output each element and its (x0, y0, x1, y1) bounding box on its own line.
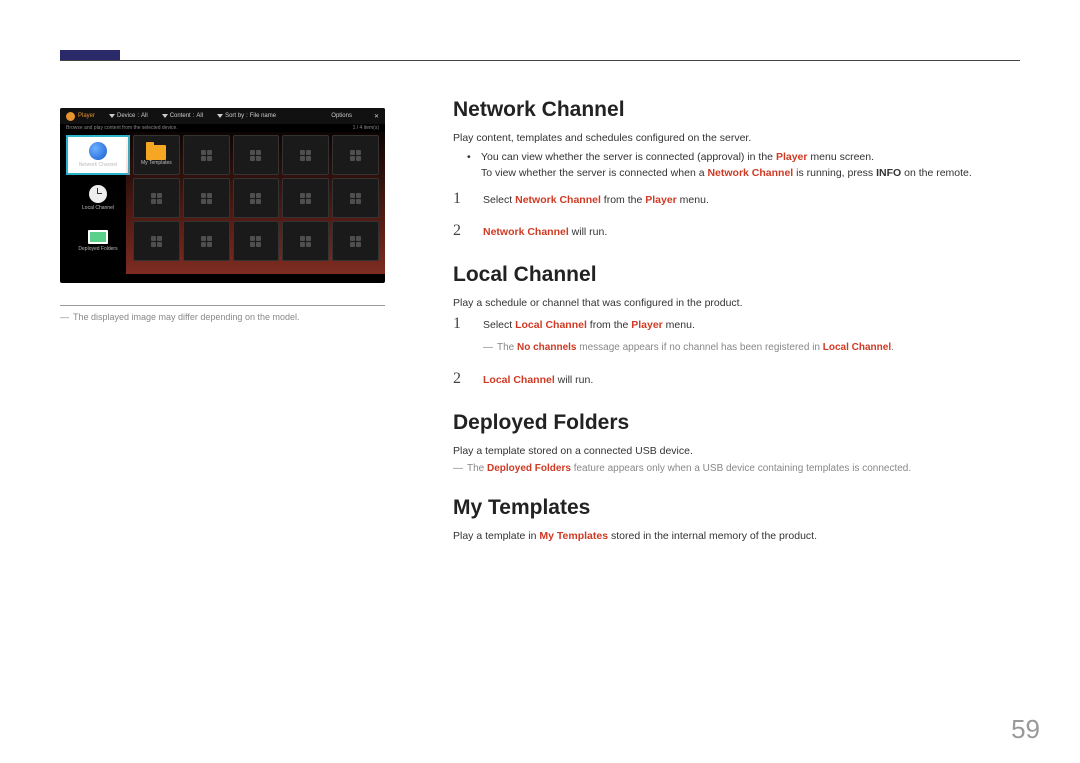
heading-deployed-folders: Deployed Folders (453, 411, 1013, 435)
step-item: 2 Network Channel will run. (453, 222, 1013, 241)
clock-icon (89, 185, 107, 203)
heading-network-channel: Network Channel (453, 98, 1013, 122)
options-label: Options (331, 113, 352, 119)
step-number: 2 (453, 370, 471, 388)
deployed-note: ―The Deployed Folders feature appears on… (453, 463, 1013, 474)
bullet-item: You can view whether the server is conne… (481, 150, 1013, 182)
desc-deployed: Play a template stored on a connected US… (453, 445, 1013, 457)
folder-icon (146, 145, 166, 160)
player-screenshot: Player Device : All Content : All Sort b… (60, 108, 385, 283)
screenshot-grid: Network Channel My Templates Local Chann… (60, 132, 385, 264)
screenshot-toolbar: Player Device : All Content : All Sort b… (60, 108, 385, 124)
header-rule (60, 60, 1020, 61)
desc-network: Play content, templates and schedules co… (453, 132, 1013, 144)
figure-note: ―The displayed image may differ dependin… (60, 312, 390, 322)
device-filter: Device : All (109, 113, 148, 119)
desc-mytemplates: Play a template in My Templates stored i… (453, 530, 1013, 542)
template-tile: My Templates (133, 135, 180, 175)
content-tile (233, 178, 280, 218)
screen-icon (88, 230, 108, 244)
content-tile (133, 221, 180, 261)
section-my-templates: My Templates Play a template in My Templ… (453, 496, 1013, 542)
content-tile (233, 221, 280, 261)
step-number: 1 (453, 315, 471, 333)
content-tile (183, 135, 230, 175)
content-tile (233, 135, 280, 175)
chevron-down-icon (217, 114, 223, 118)
content-tile (183, 178, 230, 218)
section-network-channel: Network Channel Play content, templates … (453, 98, 1013, 241)
network-steps: 1 Select Network Channel from the Player… (453, 190, 1013, 242)
content-tile (183, 221, 230, 261)
chevron-down-icon (109, 114, 115, 118)
heading-local-channel: Local Channel (453, 263, 1013, 287)
network-bullets: You can view whether the server is conne… (453, 150, 1013, 182)
step-item: 1 Select Network Channel from the Player… (453, 190, 1013, 209)
section-deployed-folders: Deployed Folders Play a template stored … (453, 411, 1013, 474)
local-subnote: ―The No channels message appears if no c… (483, 340, 1013, 356)
section-local-channel: Local Channel Play a schedule or channel… (453, 263, 1013, 389)
figure-column: Player Device : All Content : All Sort b… (60, 108, 390, 322)
step-item: 2 Local Channel will run. (453, 370, 1013, 389)
content-tile (282, 178, 329, 218)
content-tile (133, 178, 180, 218)
page-number: 59 (1011, 714, 1040, 745)
figure-note-rule (60, 305, 385, 306)
globe-icon (89, 142, 107, 160)
side-network-channel: Network Channel (66, 135, 130, 175)
heading-my-templates: My Templates (453, 496, 1013, 520)
step-item: 1 Select Local Channel from the Player m… (453, 315, 1013, 356)
content-tile (332, 135, 379, 175)
player-label: Player (66, 112, 95, 121)
content-tile (282, 135, 329, 175)
side-local-channel: Local Channel (66, 178, 130, 218)
content-filter: Content : All (162, 113, 203, 119)
close-icon: ✕ (374, 113, 379, 120)
content-tile (282, 221, 329, 261)
content-column: Network Channel Play content, templates … (453, 98, 1013, 564)
chevron-down-icon (162, 114, 168, 118)
screenshot-subline: Browse and play content from the selecte… (60, 124, 385, 132)
desc-local: Play a schedule or channel that was conf… (453, 297, 1013, 309)
player-text: Player (78, 113, 95, 119)
content-tile (332, 178, 379, 218)
step-number: 2 (453, 222, 471, 240)
sort-filter: Sort by : File name (217, 113, 276, 119)
step-number: 1 (453, 190, 471, 208)
local-steps: 1 Select Local Channel from the Player m… (453, 315, 1013, 389)
player-icon (66, 112, 75, 121)
content-tile (332, 221, 379, 261)
side-deployed-folders: Deployed Folders (66, 221, 130, 261)
